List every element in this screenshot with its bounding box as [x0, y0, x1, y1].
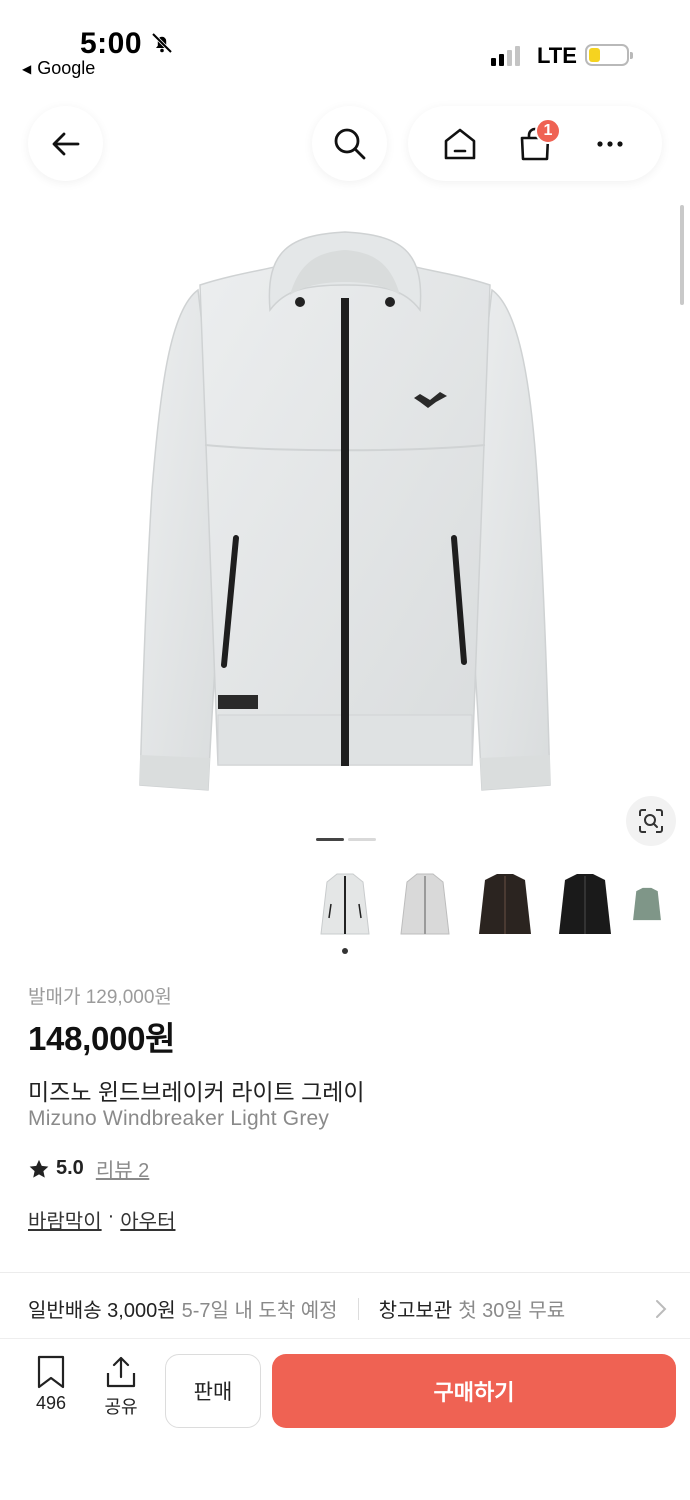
category-breadcrumb: 바람막이 · 아우터 [28, 1205, 175, 1234]
product-name-english: Mizuno Windbreaker Light Grey [28, 1107, 330, 1130]
category-separator: · [107, 1205, 115, 1227]
status-bar: 5:00 ◀ Google LTE [0, 0, 690, 92]
more-icon [597, 140, 623, 147]
bookmark-icon [37, 1355, 65, 1389]
back-arrow-icon [52, 132, 79, 155]
rating-row: 5.0 리뷰 2 [28, 1154, 149, 1183]
review-link[interactable]: 리뷰 2 [96, 1154, 149, 1183]
scrollbar[interactable] [680, 205, 684, 305]
current-price: 148,000원 [28, 1020, 176, 1057]
storage-note: 첫 30일 무료 [458, 1300, 566, 1322]
home-icon [444, 128, 475, 159]
page-dot [348, 838, 376, 841]
back-app-label: Google [37, 58, 96, 78]
bottom-action-bar: 496 공유 판매 구매하기 [0, 1338, 690, 1438]
thumbnail-brown[interactable] [472, 862, 538, 946]
standard-delivery-label: 일반배송 3,000원 [28, 1300, 176, 1322]
back-triangle-icon: ◀ [22, 61, 32, 76]
home-button[interactable] [430, 114, 490, 174]
gallery-page-indicator [316, 838, 376, 841]
thumbnail-light-grey[interactable] [312, 862, 378, 954]
divider [0, 1272, 690, 1273]
thumbnail-black[interactable] [552, 862, 618, 946]
delivery-divider [357, 1297, 359, 1320]
product-image-jacket [139, 231, 551, 791]
search-icon [334, 128, 365, 159]
nav-action-group: 1 [408, 106, 662, 181]
delivery-info-row[interactable]: 일반배송 3,000원 5-7일 내 도착 예정 창고보관 첫 30일 무료 [28, 1294, 668, 1323]
bookmark-button[interactable]: 496 [28, 1355, 74, 1414]
lens-search-icon [639, 809, 663, 833]
thumbnail-grey[interactable] [392, 862, 458, 946]
product-image-gallery[interactable] [0, 190, 690, 850]
bookmark-count: 496 [35, 1393, 67, 1413]
image-search-button[interactable] [626, 796, 676, 846]
thumbnail-green[interactable] [632, 862, 662, 946]
page-dot-active [316, 838, 344, 841]
status-time: 5:00 [80, 27, 143, 60]
network-label: LTE [537, 43, 577, 68]
storage-label: 창고보관 [378, 1300, 453, 1322]
color-thumbnails [312, 862, 662, 954]
share-label: 공유 [104, 1397, 138, 1417]
sell-button[interactable]: 판매 [165, 1354, 261, 1428]
search-button[interactable] [312, 106, 387, 181]
share-icon [106, 1356, 136, 1388]
back-to-app-link[interactable]: ◀ Google [22, 58, 95, 79]
more-button[interactable] [580, 114, 640, 174]
bell-slash-icon [151, 32, 173, 54]
category-link-outer[interactable]: 아우터 [120, 1205, 175, 1234]
share-button[interactable]: 공유 [98, 1355, 144, 1419]
category-link-windbreaker[interactable]: 바람막이 [28, 1205, 102, 1234]
rating-score: 5.0 [56, 1157, 84, 1179]
back-button[interactable] [28, 106, 103, 181]
battery-icon [585, 44, 633, 66]
release-price: 발매가 129,000원 [28, 987, 172, 1008]
chevron-right-icon [656, 1299, 667, 1318]
thumbnail-selected-dot [342, 948, 348, 954]
standard-delivery-eta: 5-7일 내 도착 예정 [181, 1300, 338, 1322]
star-icon [29, 1159, 49, 1178]
cart-badge: 1 [534, 117, 561, 144]
buy-button[interactable]: 구매하기 [272, 1354, 676, 1428]
product-name-korean: 미즈노 윈드브레이커 라이트 그레이 [28, 1079, 365, 1105]
cart-button[interactable]: 1 [505, 114, 565, 174]
signal-icon [491, 44, 520, 66]
